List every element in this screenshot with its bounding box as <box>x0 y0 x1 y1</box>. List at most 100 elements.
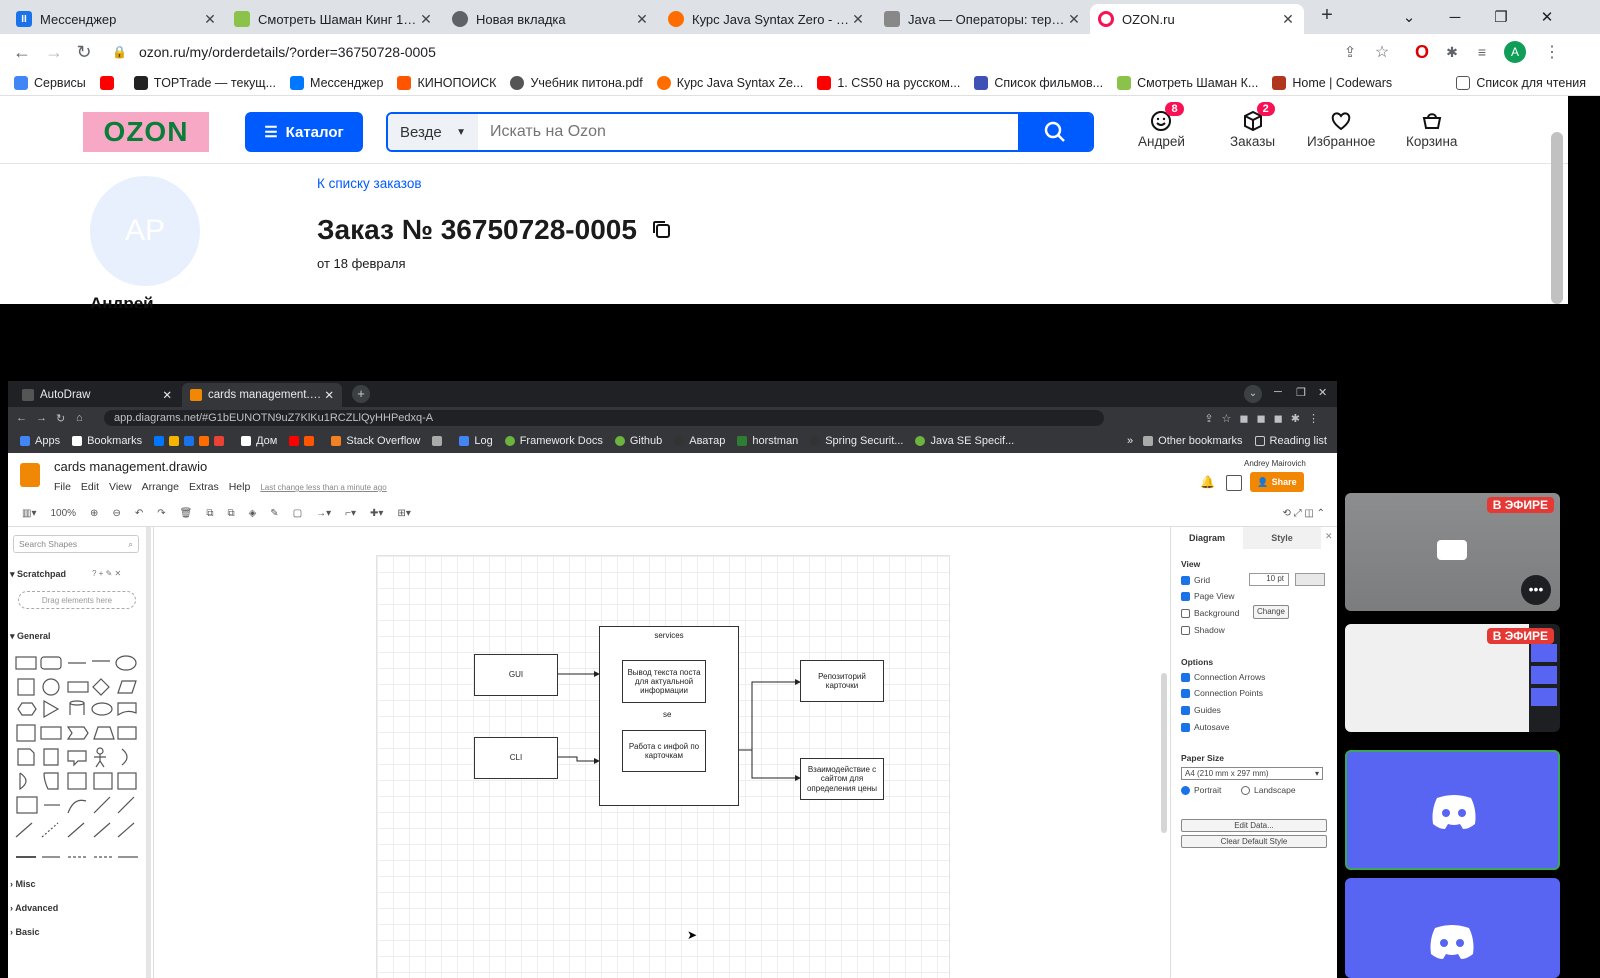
scratchpad-header[interactable]: ▾ Scratchpad <box>10 569 66 580</box>
diagram-node-output[interactable]: Вывод текста поста для актуальной информ… <box>622 660 706 703</box>
drawio-file-title[interactable]: cards management.drawio <box>54 459 207 474</box>
close-icon[interactable]: ✕ <box>850 11 866 28</box>
menu-help[interactable]: Help <box>229 481 251 493</box>
connection-arrows-checkbox[interactable]: Connection Arrows <box>1181 672 1265 682</box>
forward-icon[interactable]: → <box>36 412 56 424</box>
close-icon[interactable]: ✕ <box>324 388 334 402</box>
shared-new-tab-button[interactable]: + <box>352 385 370 403</box>
media-icon[interactable]: ≡ <box>1470 40 1494 64</box>
participant-tile-3[interactable] <box>1345 750 1560 870</box>
bookmark-codewars[interactable]: Home | Codewars <box>1272 75 1392 90</box>
tab-search-icon[interactable]: ⌄ <box>1386 0 1432 34</box>
shared-bookmark[interactable]: horstman <box>737 435 798 447</box>
tab-style[interactable]: Style <box>1243 527 1321 549</box>
opera-icon[interactable]: O <box>1410 40 1434 64</box>
general-shapes-grid[interactable] <box>14 651 144 867</box>
bookmark-python-book[interactable]: Учебник питона.pdf <box>510 75 643 90</box>
search-scope-select[interactable]: Везде ▼ <box>388 114 478 150</box>
forward-icon[interactable]: → <box>42 40 66 64</box>
menu-view[interactable]: View <box>109 481 132 493</box>
redo-icon[interactable]: ↷ <box>157 508 165 519</box>
menu-arrange[interactable]: Arrange <box>142 481 179 493</box>
url-field[interactable]: 🔒 ozon.ru/my/orderdetails/?order=3675072… <box>112 38 1112 66</box>
star-icon[interactable]: ☆ <box>1370 40 1394 64</box>
tab-diagram[interactable]: Diagram <box>1171 527 1243 549</box>
menu-file[interactable]: File <box>54 481 71 493</box>
shared-tab-drawio[interactable]: cards management.draw... ✕ <box>182 383 342 407</box>
shared-bookmark[interactable]: Аватар <box>674 435 725 447</box>
reload-icon[interactable]: ↻ <box>56 412 76 425</box>
paper-size-select[interactable]: A4 (210 mm x 297 mm) ▾ <box>1181 767 1323 780</box>
participant-tile-1[interactable]: В ЭФИРЕ ••• <box>1345 493 1560 611</box>
diagram-page[interactable]: services GUI CLI Вывод текста поста для … <box>376 555 950 978</box>
header-favorites[interactable]: Избранное <box>1307 108 1375 149</box>
to-back-icon[interactable]: ⧉ <box>227 508 234 519</box>
tab-ozon[interactable]: OZON.ru ✕ <box>1090 4 1304 34</box>
share-button[interactable]: 👤 Share <box>1250 472 1304 492</box>
shared-bookmark[interactable]: Java SE Specif... <box>915 435 1014 447</box>
general-header[interactable]: ▾ General <box>10 631 51 642</box>
shared-reading-list[interactable]: Reading list <box>1254 435 1327 447</box>
tab-java-operators[interactable]: Java — Операторы: тернарный ✕ <box>876 4 1090 34</box>
extensions-icon[interactable]: ✱ <box>1440 40 1464 64</box>
close-icon[interactable]: ✕ <box>634 11 650 28</box>
guides-checkbox[interactable]: Guides <box>1181 705 1221 715</box>
to-front-icon[interactable]: ⧉ <box>206 508 213 519</box>
delete-icon[interactable]: 🗑 <box>180 508 193 519</box>
close-icon[interactable]: ✕ <box>1066 11 1082 28</box>
line-color-icon[interactable]: ✎ <box>270 508 278 519</box>
new-tab-button[interactable]: + <box>1314 4 1340 30</box>
shared-bookmark[interactable]: Spring Securit... <box>810 435 903 447</box>
bookmark-cs50[interactable]: 1. CS50 на русском... <box>817 75 960 90</box>
header-profile[interactable]: 8 Андрей <box>1138 102 1185 149</box>
back-to-orders-link[interactable]: К списку заказов <box>317 176 422 191</box>
portrait-radio[interactable]: Portrait <box>1181 785 1221 795</box>
shared-bookmark[interactable]: Framework Docs <box>504 435 603 447</box>
ozon-logo[interactable]: OZON <box>83 112 209 152</box>
catalog-button[interactable]: ☰ Каталог <box>245 112 363 152</box>
profile-avatar[interactable]: A <box>1504 41 1526 63</box>
shared-bookmark-icons[interactable] <box>289 436 319 446</box>
edit-data-button[interactable]: Edit Data... <box>1181 819 1327 832</box>
diagram-node-site[interactable]: Взаимодействие с сайтом для определения … <box>800 758 884 800</box>
clear-default-style-button[interactable]: Clear Default Style <box>1181 835 1327 848</box>
restore-button[interactable]: ❐ <box>1478 0 1524 34</box>
background-checkbox[interactable]: Background <box>1181 608 1239 618</box>
fullscreen-icons[interactable]: ⟲ ⤢ ◫ ⌃ <box>1282 508 1325 519</box>
change-background-button[interactable]: Change <box>1253 605 1289 619</box>
search-input[interactable] <box>478 114 1018 150</box>
waypoints-icon[interactable]: ⌐▾ <box>345 508 356 519</box>
diagram-node-work[interactable]: Работа с инфой по карточкам <box>622 730 706 772</box>
diagram-node-repo[interactable]: Репозиторий карточки <box>800 660 884 702</box>
drawio-user[interactable]: Andrey Mairovich <box>1244 459 1306 468</box>
tab-javarush[interactable]: Курс Java Syntax Zero - Лекция ✕ <box>660 4 874 34</box>
bookmark-messenger[interactable]: Мессенджер <box>290 75 383 90</box>
canvas-scrollbar[interactable] <box>1161 673 1167 833</box>
diagram-node-cli[interactable]: CLI <box>474 737 558 779</box>
close-icon[interactable]: ✕ <box>162 388 172 402</box>
user-avatar[interactable]: AP <box>90 176 200 286</box>
landscape-radio[interactable]: Landscape <box>1241 785 1296 795</box>
sidebar-section-basic[interactable]: › Basic <box>10 927 40 937</box>
shadow-icon[interactable]: ▢ <box>293 508 302 519</box>
header-orders[interactable]: 2 Заказы <box>1230 102 1275 149</box>
bookmark-youtube[interactable] <box>99 75 120 90</box>
close-panel-icon[interactable]: ✕ <box>1325 531 1333 542</box>
minimize-button[interactable]: ─ <box>1432 0 1478 34</box>
grid-checkbox[interactable]: Grid <box>1181 575 1210 585</box>
insert-icon[interactable]: ✚▾ <box>370 508 383 519</box>
shared-tab-search-icon[interactable]: ⌄ <box>1244 385 1262 403</box>
more-options-icon[interactable]: ••• <box>1521 575 1551 605</box>
bookmark-films[interactable]: Список фильмов... <box>974 75 1103 90</box>
shared-bookmark[interactable]: Log <box>459 435 493 447</box>
bookmark-kinopoisk[interactable]: КИНОПОИСК <box>397 75 496 90</box>
search-button[interactable] <box>1018 114 1092 150</box>
scratchpad-dropzone[interactable]: Drag elements here <box>18 591 136 609</box>
table-icon[interactable]: ⊞▾ <box>397 508 410 519</box>
zoom-in-icon[interactable]: ⊕ <box>90 508 98 519</box>
tab-new[interactable]: Новая вкладка ✕ <box>444 4 658 34</box>
home-icon[interactable]: ⌂ <box>76 412 98 424</box>
last-change-link[interactable]: Last change less than a minute ago <box>260 483 386 493</box>
autosave-checkbox[interactable]: Autosave <box>1181 722 1229 732</box>
close-window-button[interactable]: ✕ <box>1524 0 1570 34</box>
